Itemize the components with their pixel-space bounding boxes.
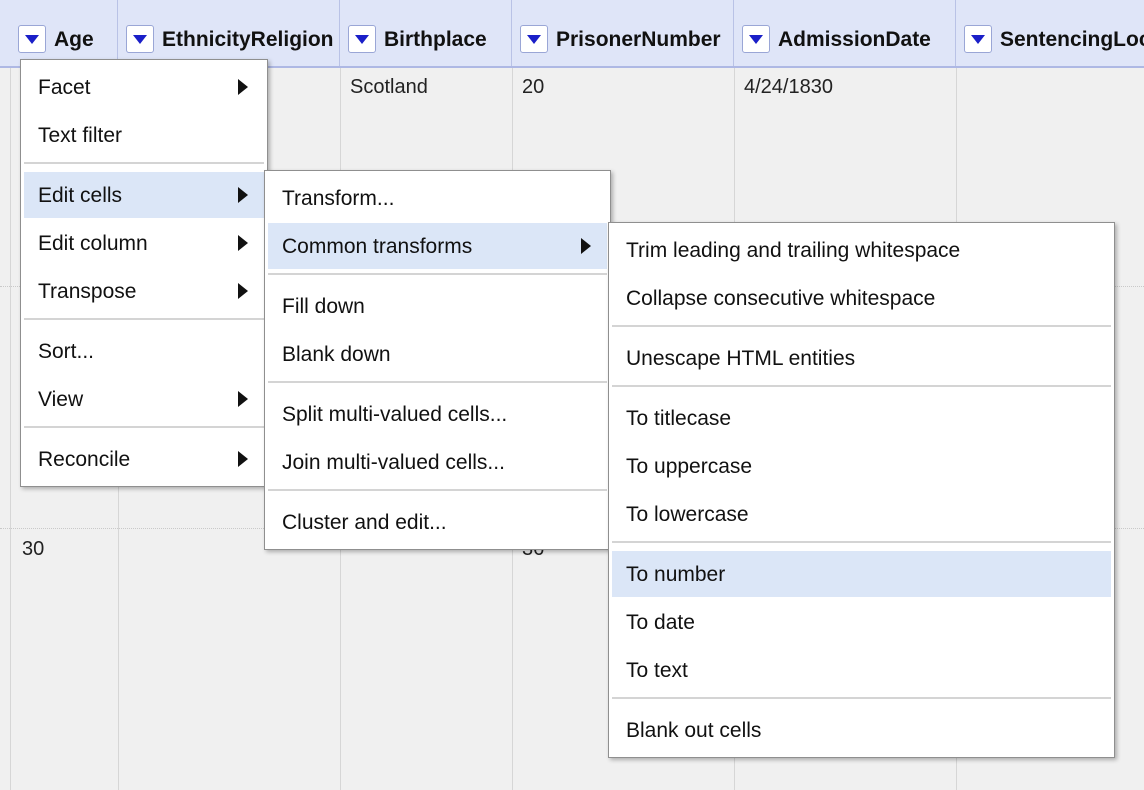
- column-name: SentencingLocation: [1000, 28, 1144, 51]
- menu-separator: [24, 426, 264, 428]
- menu-item-label: Reconcile: [38, 448, 131, 471]
- menu-item-label: View: [38, 388, 84, 411]
- submenu-arrow-icon: [238, 187, 248, 203]
- menu-item-edit-cells[interactable]: Edit cells: [24, 172, 264, 218]
- column-header-sentencinglocation[interactable]: SentencingLocation: [956, 0, 1144, 66]
- menu-item-to-number[interactable]: To number: [612, 551, 1111, 597]
- menu-item-label: Edit cells: [38, 184, 123, 207]
- submenu-arrow-icon: [238, 79, 248, 95]
- common-transforms-submenu: Trim leading and trailing whitespace Col…: [608, 222, 1115, 758]
- menu-item-label: Transpose: [38, 280, 137, 303]
- cell-prisonernumber[interactable]: 20: [522, 76, 544, 99]
- column-name: EthnicityReligion: [162, 28, 334, 51]
- column-name: PrisonerNumber: [556, 28, 721, 51]
- menu-separator: [612, 385, 1111, 387]
- menu-item-label: Transform...: [282, 187, 395, 210]
- menu-item-label: Common transforms: [282, 235, 473, 258]
- menu-separator: [24, 318, 264, 320]
- submenu-arrow-icon: [238, 391, 248, 407]
- column-divider: [10, 68, 11, 790]
- submenu-arrow-icon: [238, 283, 248, 299]
- column-name: AdmissionDate: [778, 28, 931, 51]
- column-header-ethnicityreligion[interactable]: EthnicityReligion: [118, 0, 340, 66]
- menu-item-view[interactable]: View: [24, 376, 264, 422]
- menu-item-common-transforms[interactable]: Common transforms: [268, 223, 607, 269]
- submenu-arrow-icon: [238, 235, 248, 251]
- cell-admissiondate[interactable]: 4/24/1830: [744, 76, 833, 99]
- menu-item-facet[interactable]: Facet: [24, 64, 264, 110]
- menu-item-label: Unescape HTML entities: [626, 347, 856, 370]
- column-dropdown-sentencinglocation[interactable]: [964, 25, 992, 53]
- menu-item-label: To lowercase: [626, 503, 749, 526]
- column-dropdown-admissiondate[interactable]: [742, 25, 770, 53]
- menu-item-unescape-html[interactable]: Unescape HTML entities: [612, 335, 1111, 381]
- menu-item-label: Blank down: [282, 343, 391, 366]
- menu-item-to-date[interactable]: To date: [612, 599, 1111, 645]
- menu-separator: [612, 325, 1111, 327]
- menu-item-transpose[interactable]: Transpose: [24, 268, 264, 314]
- menu-item-label: Cluster and edit...: [282, 511, 447, 534]
- submenu-arrow-icon: [238, 451, 248, 467]
- menu-item-label: Trim leading and trailing whitespace: [626, 239, 961, 262]
- cell-birthplace[interactable]: Scotland: [350, 76, 428, 99]
- menu-item-cluster-and-edit[interactable]: Cluster and edit...: [268, 499, 607, 545]
- column-dropdown-prisonernumber[interactable]: [520, 25, 548, 53]
- menu-item-to-lowercase[interactable]: To lowercase: [612, 491, 1111, 537]
- column-name: Birthplace: [384, 28, 487, 51]
- menu-item-to-text[interactable]: To text: [612, 647, 1111, 693]
- menu-item-edit-column[interactable]: Edit column: [24, 220, 264, 266]
- column-header-age[interactable]: Age: [10, 0, 118, 66]
- menu-item-split-multi-valued[interactable]: Split multi-valued cells...: [268, 391, 607, 437]
- edit-cells-submenu: Transform... Common transforms Fill down…: [264, 170, 611, 550]
- menu-separator: [612, 697, 1111, 699]
- menu-item-sort[interactable]: Sort...: [24, 328, 264, 374]
- menu-item-blank-down[interactable]: Blank down: [268, 331, 607, 377]
- menu-item-to-uppercase[interactable]: To uppercase: [612, 443, 1111, 489]
- menu-separator: [268, 273, 607, 275]
- menu-item-label: Facet: [38, 76, 91, 99]
- menu-item-label: Split multi-valued cells...: [282, 403, 508, 426]
- menu-item-label: Sort...: [38, 340, 95, 363]
- menu-item-label: Fill down: [282, 295, 365, 318]
- menu-item-label: Blank out cells: [626, 719, 762, 742]
- column-header-admissiondate[interactable]: AdmissionDate: [734, 0, 956, 66]
- menu-item-fill-down[interactable]: Fill down: [268, 283, 607, 329]
- menu-separator: [612, 541, 1111, 543]
- menu-item-label: Join multi-valued cells...: [282, 451, 505, 474]
- menu-item-label: Text filter: [38, 124, 123, 147]
- menu-item-trim-whitespace[interactable]: Trim leading and trailing whitespace: [612, 227, 1111, 273]
- column-menu: Facet Text filter Edit cells Edit column…: [20, 59, 268, 487]
- menu-item-blank-out-cells[interactable]: Blank out cells: [612, 707, 1111, 753]
- menu-item-to-titlecase[interactable]: To titlecase: [612, 395, 1111, 441]
- submenu-arrow-icon: [581, 238, 591, 254]
- column-header-prisonernumber[interactable]: PrisonerNumber: [512, 0, 734, 66]
- menu-separator: [24, 162, 264, 164]
- menu-item-collapse-whitespace[interactable]: Collapse consecutive whitespace: [612, 275, 1111, 321]
- column-header-row: Age EthnicityReligion Birthplace Prisone…: [0, 0, 1144, 68]
- column-dropdown-ethnicityreligion[interactable]: [126, 25, 154, 53]
- menu-item-reconcile[interactable]: Reconcile: [24, 436, 264, 482]
- menu-item-label: To uppercase: [626, 455, 753, 478]
- column-dropdown-age[interactable]: [18, 25, 46, 53]
- menu-item-join-multi-valued[interactable]: Join multi-valued cells...: [268, 439, 607, 485]
- menu-item-text-filter[interactable]: Text filter: [24, 112, 264, 158]
- menu-item-label: To text: [626, 659, 688, 682]
- menu-item-label: Edit column: [38, 232, 148, 255]
- menu-item-label: Collapse consecutive whitespace: [626, 287, 936, 310]
- menu-item-label: To date: [626, 611, 695, 634]
- menu-item-label: To titlecase: [626, 407, 732, 430]
- cell-age[interactable]: 30: [22, 538, 44, 561]
- menu-separator: [268, 489, 607, 491]
- menu-item-label: To number: [626, 563, 726, 586]
- column-header-birthplace[interactable]: Birthplace: [340, 0, 512, 66]
- menu-item-transform[interactable]: Transform...: [268, 175, 607, 221]
- menu-separator: [268, 381, 607, 383]
- column-name: Age: [54, 28, 94, 51]
- column-dropdown-birthplace[interactable]: [348, 25, 376, 53]
